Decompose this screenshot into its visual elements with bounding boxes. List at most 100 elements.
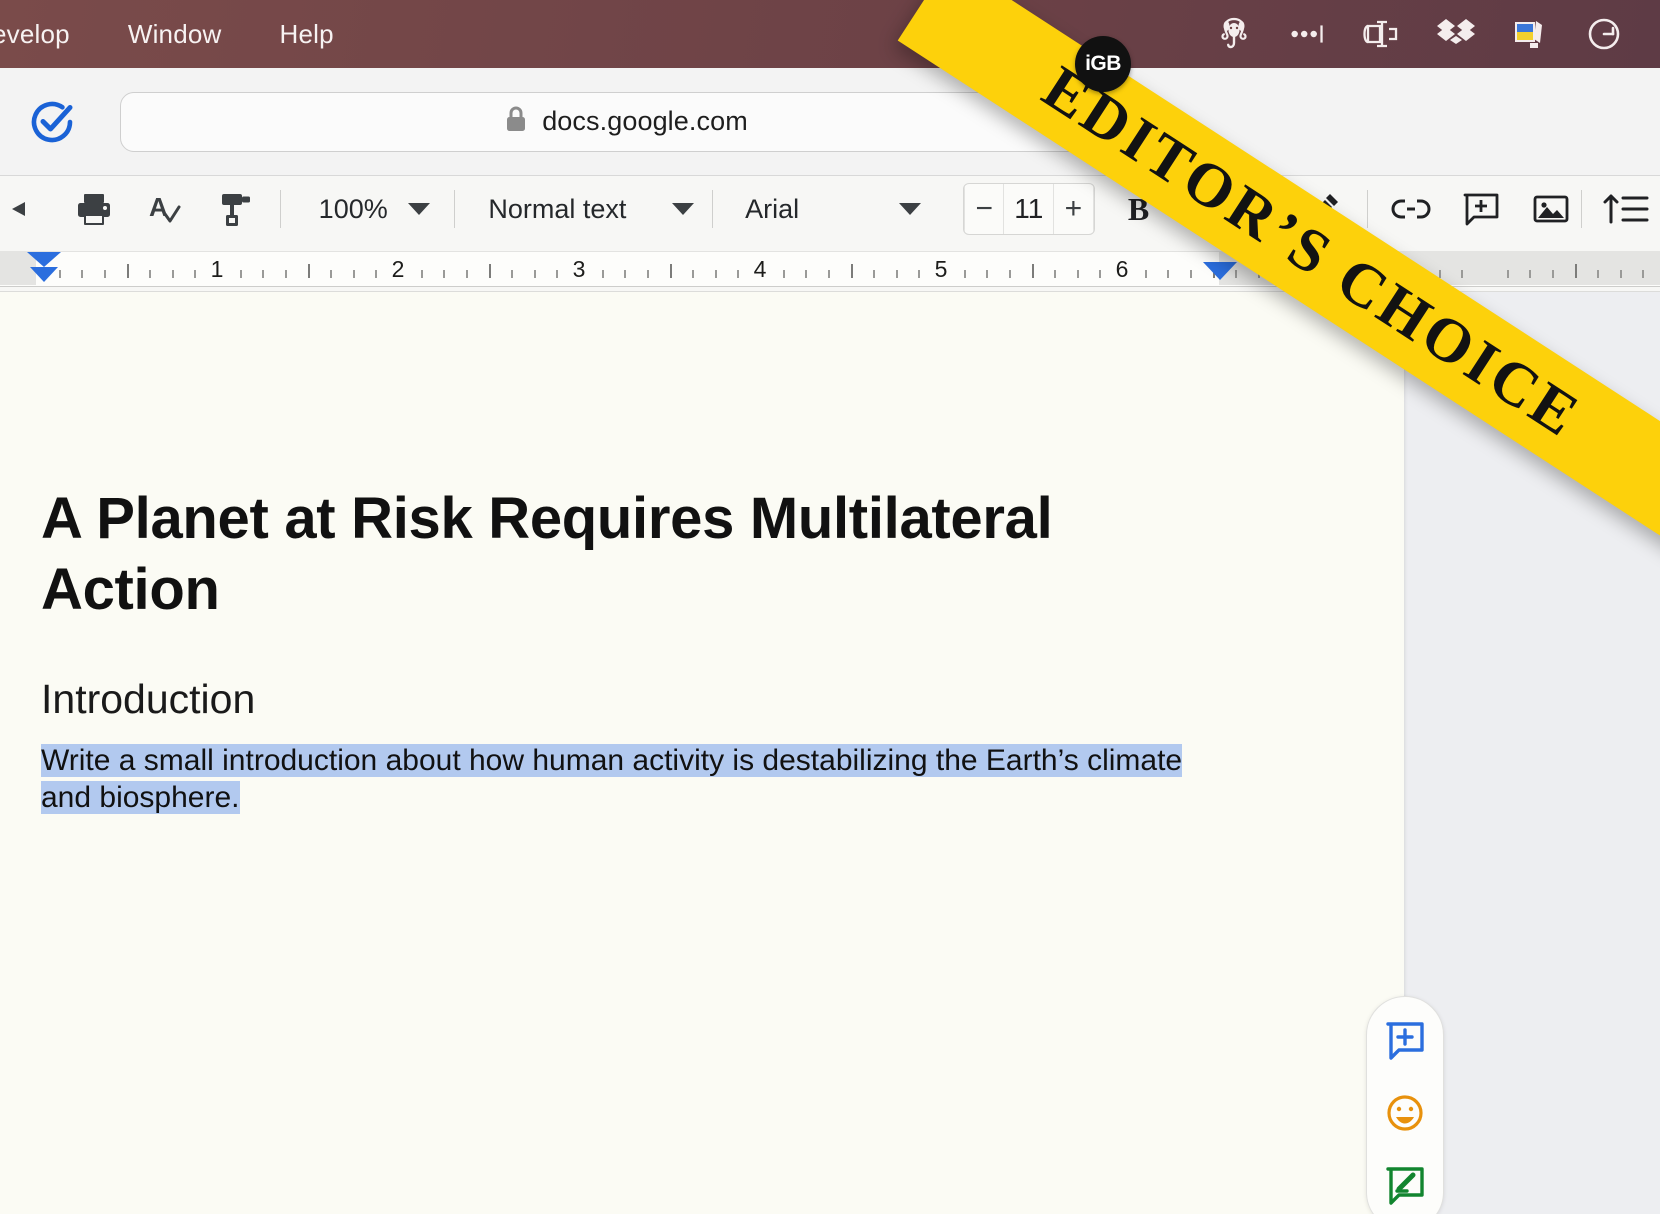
paragraph-style-value: Normal text: [488, 194, 626, 225]
emoji-reaction-icon[interactable]: [1377, 1085, 1433, 1141]
ruler-tick: [828, 270, 830, 278]
ruler-tick: [104, 270, 106, 278]
ruler-tick: [285, 270, 287, 278]
document-canvas[interactable]: A Planet at Risk Requires Multilateral A…: [0, 291, 1660, 1214]
chevron-down-icon: [408, 203, 430, 215]
reload-icon[interactable]: [1073, 104, 1109, 140]
ruler-tick: [1371, 270, 1373, 278]
ruler-tick: [240, 270, 242, 278]
ruler-tick: [783, 270, 785, 278]
add-comment-icon[interactable]: [1377, 1013, 1433, 1069]
browser-toolbar: docs.google.com: [0, 68, 1660, 176]
spellcheck-button[interactable]: A: [134, 185, 194, 233]
ruler-tick: [194, 270, 196, 278]
undo-button[interactable]: [0, 185, 50, 233]
text-color-swatch: [1250, 221, 1284, 230]
ruler-tick: [647, 270, 649, 278]
ukraine-flag-icon[interactable]: [1510, 14, 1550, 54]
ruler-tick: [421, 270, 423, 278]
check-circle-icon[interactable]: [26, 96, 78, 148]
menu-item-develop[interactable]: evelop: [0, 19, 76, 50]
ruler-tick: [986, 270, 988, 278]
add-comment-button[interactable]: [1451, 185, 1511, 233]
ruler-tick: [692, 270, 694, 278]
ruler-tick: [534, 270, 536, 278]
toolbar-divider-2: [454, 190, 455, 228]
paragraph-style-dropdown[interactable]: Normal text: [478, 185, 698, 233]
suggest-edits-icon[interactable]: [1377, 1158, 1433, 1214]
document-heading-introduction[interactable]: Introduction: [41, 676, 255, 723]
zoom-dropdown[interactable]: 100%: [309, 185, 440, 233]
ruler-tick: [1009, 270, 1011, 278]
ruler-tick: [489, 264, 491, 278]
ruler-tick: [1348, 270, 1350, 278]
ruler-tick: [556, 270, 558, 278]
insert-image-button[interactable]: [1521, 185, 1581, 233]
font-family-value: Arial: [745, 194, 799, 225]
ruler-tick: [1575, 264, 1577, 278]
ruler-tick: [1507, 270, 1509, 278]
right-indent-marker[interactable]: [1203, 262, 1237, 280]
first-line-indent-marker[interactable]: [30, 267, 58, 282]
left-indent-marker[interactable]: [27, 252, 61, 267]
document-body-paragraph[interactable]: Write a small introduction about how hum…: [41, 743, 1186, 817]
ruler-tick: [1145, 270, 1147, 278]
selected-text[interactable]: Write a small introduction about how hum…: [41, 744, 1182, 814]
bold-button[interactable]: B: [1121, 184, 1157, 234]
underline-button[interactable]: U: [1205, 184, 1241, 234]
document-title[interactable]: A Planet at Risk Requires Multilateral A…: [41, 483, 1121, 626]
dropbox-icon[interactable]: [1436, 14, 1476, 54]
line-spacing-button[interactable]: [1596, 185, 1656, 233]
insert-link-button[interactable]: [1381, 185, 1441, 233]
menu-item-window[interactable]: Window: [122, 19, 228, 50]
text-tool-icon[interactable]: [1362, 14, 1402, 54]
ruler-tick: [1280, 270, 1282, 278]
ruler-tick: [330, 270, 332, 278]
text-color-button[interactable]: A: [1249, 184, 1285, 234]
ruler-tick: [1394, 264, 1396, 278]
ruler-tick: [375, 270, 377, 278]
ruler-tick: [715, 270, 717, 278]
ruler-tick: [1190, 270, 1192, 278]
ruler-tick: [466, 270, 468, 278]
mastodon-elephant-icon[interactable]: [1214, 14, 1254, 54]
ruler-tick: [308, 264, 310, 278]
highlight-color-button[interactable]: [1293, 185, 1353, 233]
ruler-tick: [511, 270, 513, 278]
toolbar-divider-4: [1367, 190, 1368, 228]
ruler-tick: [1258, 270, 1260, 278]
three-dots-icon[interactable]: [1288, 14, 1328, 54]
document-ruler[interactable]: 1234567: [0, 243, 1660, 292]
address-bar[interactable]: docs.google.com: [120, 92, 1132, 152]
ruler-tick: [1439, 270, 1441, 278]
ruler-tick: [624, 270, 626, 278]
macos-menu-bar: evelop Window Help: [0, 0, 1660, 68]
font-size-value[interactable]: 11: [1004, 184, 1053, 234]
font-size-increase-button[interactable]: +: [1053, 184, 1093, 234]
grammarly-icon[interactable]: [1584, 14, 1624, 54]
docs-toolbar: A 100% Normal text Arial: [0, 175, 1660, 243]
print-button[interactable]: [64, 185, 124, 233]
ruler-tick: [149, 270, 151, 278]
address-bar-content: docs.google.com: [121, 105, 1131, 138]
menu-bar-items: evelop Window Help: [0, 19, 340, 50]
font-family-dropdown[interactable]: Arial: [735, 185, 945, 233]
menu-item-help[interactable]: Help: [274, 19, 340, 50]
chevron-down-icon: [899, 203, 921, 215]
lock-icon: [504, 105, 528, 138]
ruler-number: 6: [1116, 256, 1129, 283]
ruler-number: 7: [1297, 256, 1310, 283]
ruler-tick: [896, 270, 898, 278]
svg-text:A: A: [149, 192, 168, 222]
font-size-decrease-button[interactable]: −: [964, 184, 1004, 234]
ruler-tick: [851, 264, 853, 278]
ruler-tick: [172, 270, 174, 278]
ruler-number: 4: [754, 256, 767, 283]
paint-format-button[interactable]: [206, 185, 266, 233]
ruler-tick: [1461, 270, 1463, 278]
ruler-number: 1: [211, 256, 224, 283]
toolbar-divider: [280, 190, 281, 228]
ruler-tick: [1032, 264, 1034, 278]
italic-button[interactable]: I: [1163, 184, 1199, 234]
document-page[interactable]: A Planet at Risk Requires Multilateral A…: [0, 291, 1404, 1214]
